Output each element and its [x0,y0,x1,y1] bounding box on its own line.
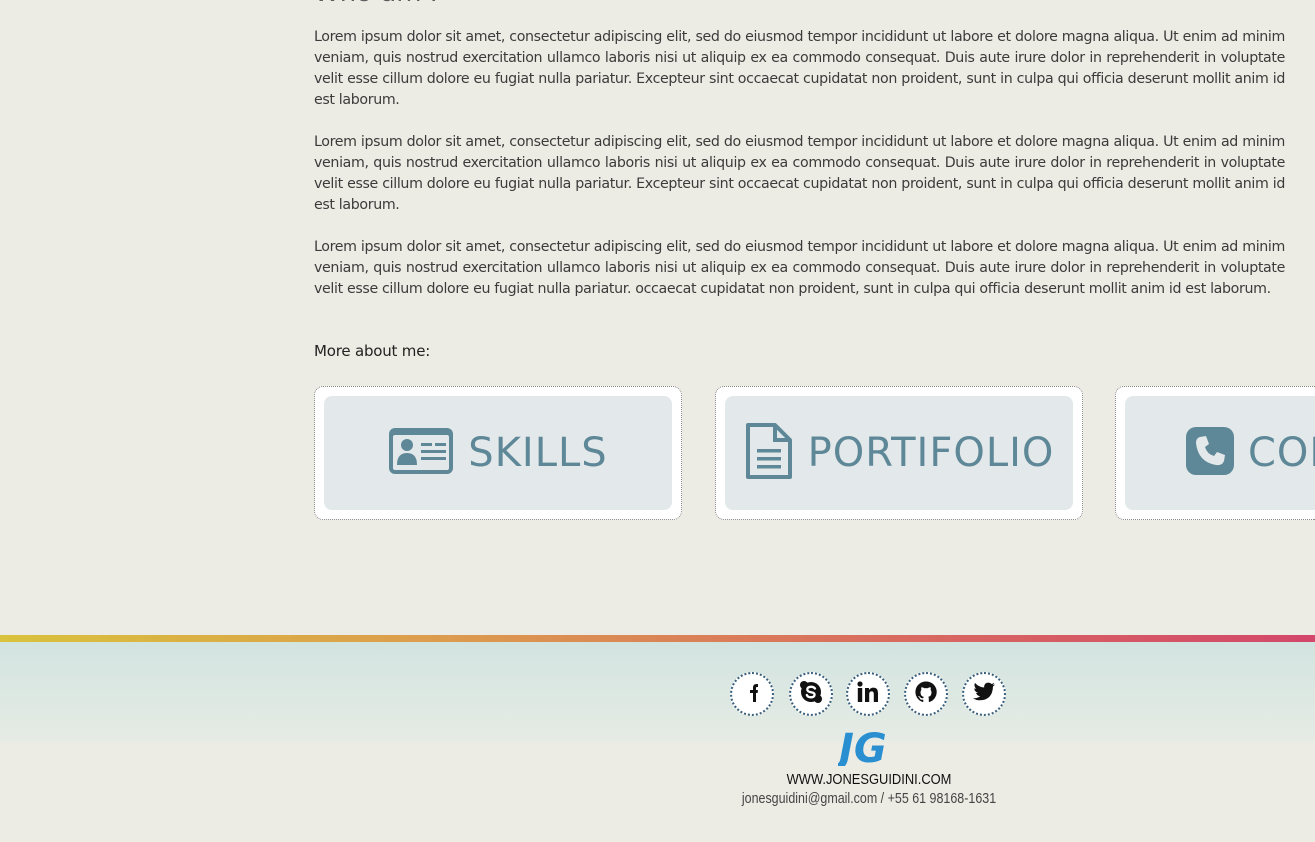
footer [0,642,1315,842]
linkedin-link[interactable] [846,672,890,716]
website-url[interactable]: WWW.JONESGUIDINI.COM [724,771,1015,788]
document-icon [744,422,794,484]
github-link[interactable] [904,672,948,716]
phone-icon [1186,427,1234,479]
about-paragraph: Lorem ipsum dolor sit amet, consectetur … [314,239,1285,297]
facebook-link[interactable] [730,672,774,716]
skills-button[interactable]: SKILLS [324,396,672,510]
skills-label: SKILLS [468,430,608,476]
contact-label: CONTACT [1248,430,1315,476]
skills-card: SKILLS [314,386,682,520]
contact-button[interactable]: CONTACT [1125,396,1315,510]
section-heading: Who am I [314,0,438,8]
twitter-icon [972,681,996,707]
skype-link[interactable] [789,672,833,716]
github-icon [914,680,938,708]
jg-logo: JG [832,726,904,772]
facebook-icon [741,680,763,708]
social-links [730,672,1020,718]
skype-icon [799,680,823,708]
footer-gradient-line [0,635,1315,642]
id-card-icon [388,426,454,480]
about-paragraph: Lorem ipsum dolor sit amet, consectetur … [314,134,1285,213]
contact-card: CONTACT [1115,386,1315,520]
contact-info: jonesguidini@gmail.com / +55 61 98168-16… [741,791,997,807]
logo-text: JG [838,726,887,766]
twitter-link[interactable] [962,672,1006,716]
about-paragraph: Lorem ipsum dolor sit amet, consectetur … [314,29,1285,108]
portfolio-card: PORTIFOLIO [715,386,1083,520]
portfolio-button[interactable]: PORTIFOLIO [725,396,1073,510]
portfolio-label: PORTIFOLIO [807,430,1055,476]
linkedin-icon [856,680,880,708]
more-about-me-label: More about me: [314,342,431,360]
